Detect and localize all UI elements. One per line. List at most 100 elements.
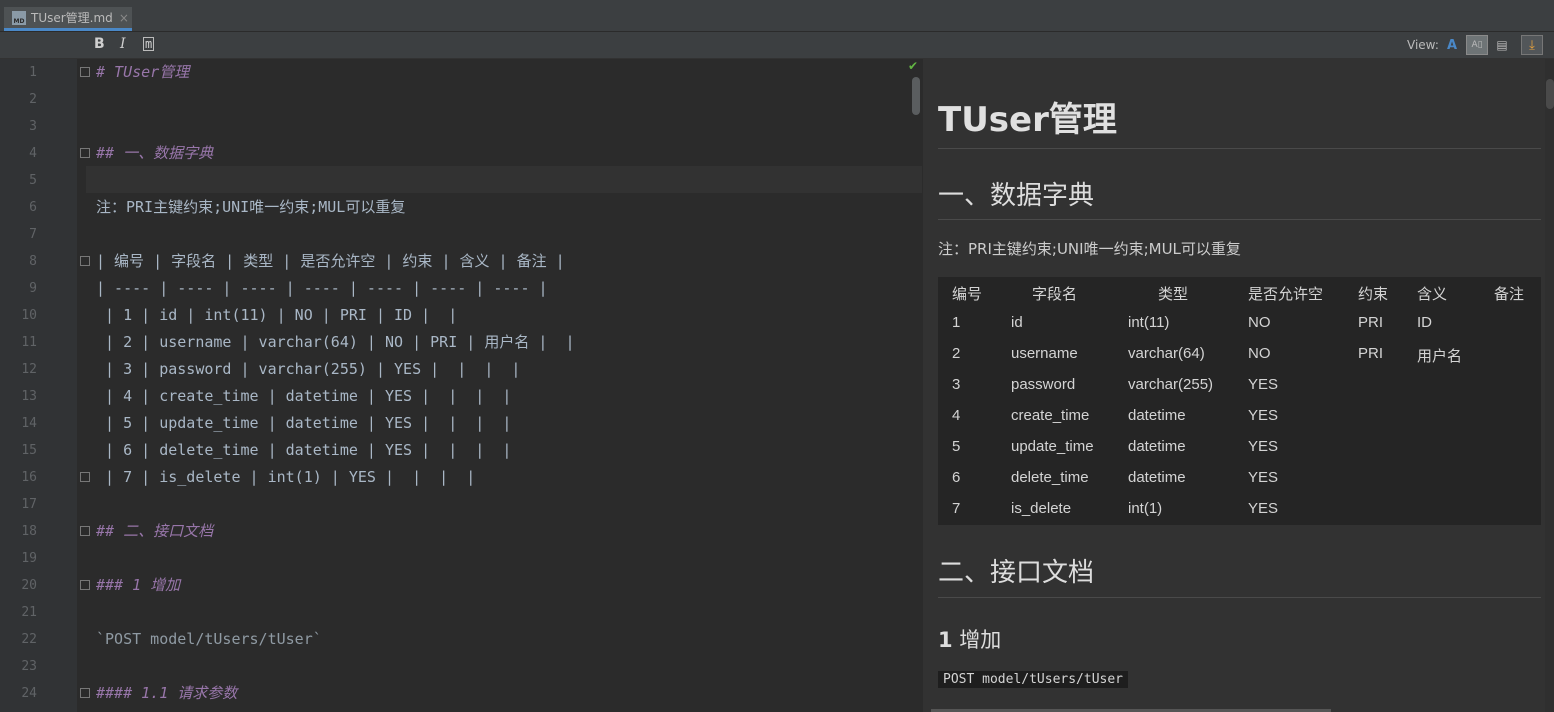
table-cell: 5 [952,438,961,455]
current-line-highlight [86,166,922,193]
table-header-cell: 备注 [1494,286,1525,303]
markdown-toolbar: B I m View: A A▯ ▤ ⤓ [0,32,1554,59]
markdown-preview: TUser管理 一、数据字典 注：PRI主键约束;UNI唯一约束;MUL可以重复… [922,59,1554,712]
line-number: 17 [21,497,37,512]
table-header-cell: 字段名 [1032,286,1078,303]
table-header-cell: 类型 [1158,286,1189,303]
table-cell: NO [1248,314,1271,331]
editor-line[interactable]: `POST model/tUsers/tUser` [96,626,322,653]
table-cell: update_time [1011,438,1094,455]
editor-line[interactable]: ### 1 增加 [96,572,180,599]
line-number: 2 [29,92,37,107]
table-cell: username [1011,345,1078,362]
table-cell: ID [1417,314,1432,331]
tab-title: TUser管理.md [31,11,113,25]
line-number: 10 [21,308,37,323]
line-number: 3 [29,119,37,134]
line-number: 1 [29,65,37,80]
fold-icon[interactable] [80,256,90,266]
fold-icon[interactable] [80,580,90,590]
editor-line[interactable]: | 5 | update_time | datetime | YES | | |… [96,410,511,437]
preview-scrollbar-track[interactable] [1545,59,1554,712]
table-cell: YES [1248,469,1279,486]
tab-tuser-md[interactable]: MD TUser管理.md × [4,7,132,31]
editor-scrollbar[interactable] [912,77,920,115]
table-cell: PRI [1358,314,1384,331]
table-cell: int(1) [1128,500,1163,517]
table-cell: 3 [952,376,961,393]
view-preview-only-button[interactable]: ▤ [1491,35,1513,55]
editor-line[interactable]: | 编号 | 字段名 | 类型 | 是否允许空 | 约束 | 含义 | 备注 | [96,248,565,275]
preview-data-table: 编号 字段名 类型 是否允许空 约束 含义 备注 1 id int(11) NO PRI ID 2 user… [938,277,1541,525]
table-cell: id [1011,314,1023,331]
fold-icon[interactable] [80,67,90,77]
editor-line[interactable]: #### 1.1 请求参数 [96,680,237,707]
editor-line[interactable]: ## 一、数据字典 [96,140,213,167]
line-number: 15 [21,443,37,458]
editor-line[interactable]: ## 二、接口文档 [96,518,213,545]
table-cell: 1 [952,314,961,331]
fold-icon[interactable] [80,148,90,158]
line-number: 16 [21,470,37,485]
table-cell: NO [1248,345,1271,362]
code-button[interactable]: m [143,37,155,51]
line-number: 13 [21,389,37,404]
markdown-file-icon: MD [12,10,26,25]
line-number: 18 [21,524,37,539]
table-cell: 4 [952,407,961,424]
editor-line[interactable]: | 7 | is_delete | int(1) | YES | | | | [96,464,475,491]
line-number: 23 [21,659,37,674]
fold-icon[interactable] [80,472,90,482]
preview-heading-2-data-dictionary: 一、数据字典 [938,181,1095,211]
view-split-button[interactable]: A▯ [1466,35,1488,55]
check-icon: ✔ [908,59,919,73]
markdown-editor[interactable]: 1 2 3 4 5 6 7 8 9 10 11 12 13 14 15 16 17 18 19 20 21 22 23 24 … [0,59,922,712]
close-icon[interactable]: × [119,11,129,25]
preview-heading-1: TUser管理 [938,100,1117,140]
editor-tab-bar: MD TUser管理.md × [0,7,1554,32]
line-number: 7 [29,227,37,242]
line-number: 12 [21,362,37,377]
line-number: 14 [21,416,37,431]
table-cell: varchar(255) [1128,376,1214,393]
editor-line[interactable]: | 1 | id | int(11) | NO | PRI | ID | | [96,302,457,329]
heading-text: 增加 [952,628,1002,652]
line-number: 8 [29,254,37,269]
editor-line[interactable]: | 3 | password | varchar(255) | YES | | … [96,356,520,383]
editor-line[interactable]: # TUser管理 [96,59,189,86]
line-number: 24 [21,686,37,701]
line-number: 20 [21,578,37,593]
line-number: 21 [21,605,37,620]
table-cell: YES [1248,438,1279,455]
table-cell: PRI [1358,345,1384,362]
fold-icon[interactable] [80,526,90,536]
table-cell: datetime [1128,469,1186,486]
preview-heading-2-api-docs: 二、接口文档 [938,558,1095,588]
editor-line[interactable]: | 4 | create_time | datetime | YES | | |… [96,383,511,410]
editor-line[interactable]: | 2 | username | varchar(64) | NO | PRI … [96,329,574,356]
editor-line[interactable]: | 6 | delete_time | datetime | YES | | |… [96,437,511,464]
view-editor-only-button[interactable]: A [1441,35,1463,55]
italic-button[interactable]: I [120,36,126,52]
line-number: 4 [29,146,37,161]
table-cell: 6 [952,469,961,486]
bold-button[interactable]: B [94,36,105,52]
table-cell: YES [1248,407,1279,424]
line-number-gutter: 1 2 3 4 5 6 7 8 9 10 11 12 13 14 15 16 17 18 19 20 21 22 23 24 [0,59,77,712]
editor-line[interactable]: 注：PRI主键约束;UNI唯一约束;MUL可以重复 [96,194,405,221]
heading-divider [938,148,1541,149]
fold-icon[interactable] [80,688,90,698]
view-label: View: [1407,38,1439,52]
table-header-cell: 约束 [1358,286,1389,303]
table-cell: 2 [952,345,961,362]
line-number: 19 [21,551,37,566]
table-cell: YES [1248,376,1279,393]
line-number: 6 [29,200,37,215]
preview-scrollbar-thumb[interactable] [1546,79,1554,109]
sync-scroll-button[interactable]: ⤓ [1521,35,1543,55]
editor-line[interactable]: | ---- | ---- | ---- | ---- | ---- | ---… [96,275,548,302]
table-header-cell: 编号 [952,286,983,303]
table-cell: datetime [1128,438,1186,455]
heading-divider [938,219,1541,220]
preview-inline-code: POST model/tUsers/tUser [938,671,1129,688]
